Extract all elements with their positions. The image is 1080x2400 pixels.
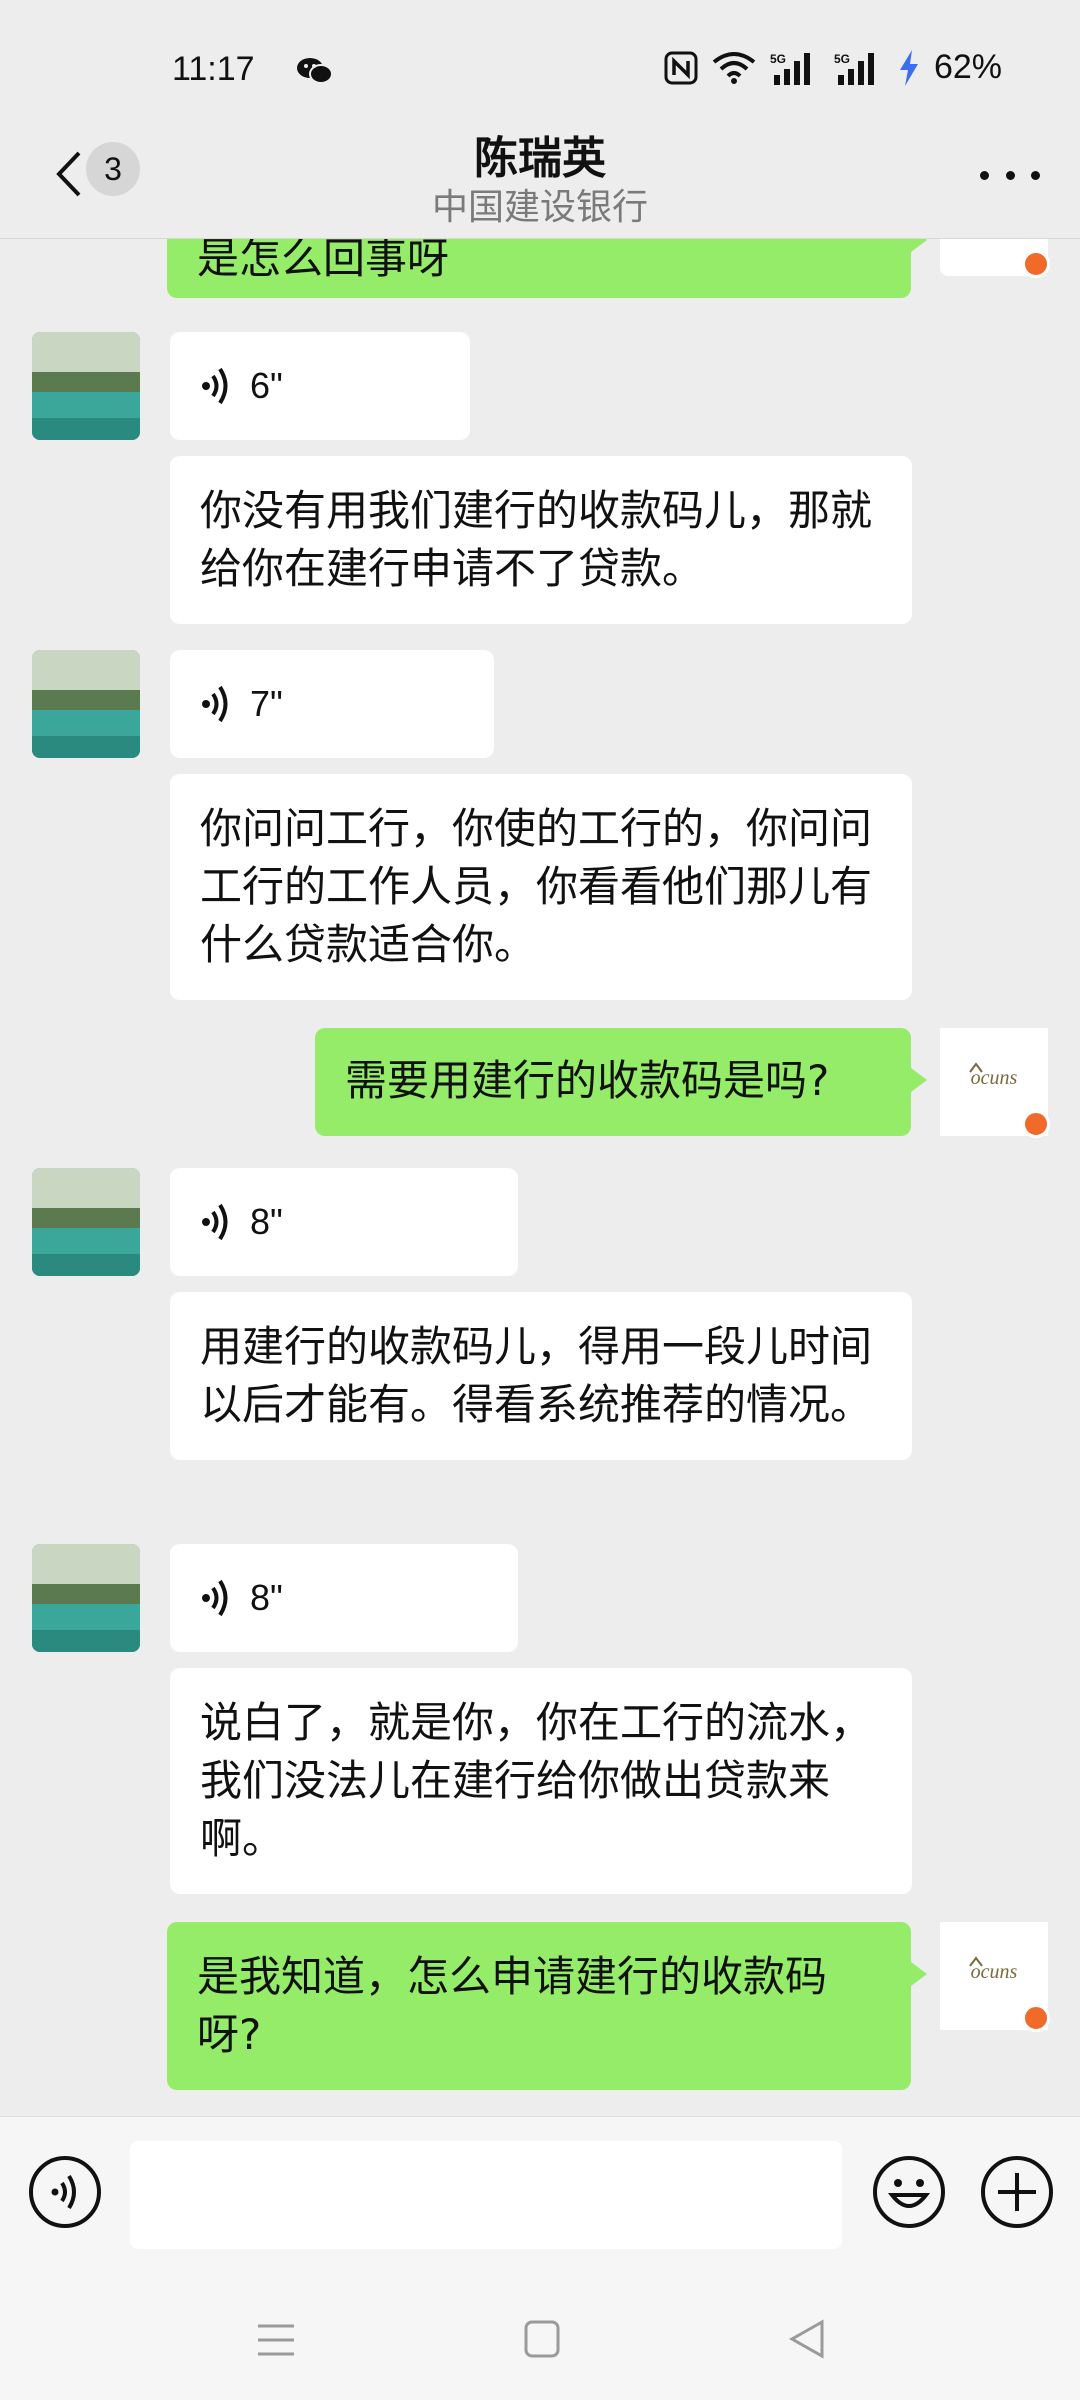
message-text: 用建行的收款码儿，得用一段儿时间以后才能有。得看系统推荐的情况。 <box>200 1322 873 1429</box>
contact-avatar[interactable] <box>32 650 140 758</box>
charging-icon <box>899 49 918 86</box>
menu-icon[interactable] <box>256 2322 296 2358</box>
contact-avatar[interactable] <box>32 1544 140 1652</box>
voice-duration: 7" <box>250 683 283 724</box>
contact-avatar[interactable] <box>32 1168 140 1276</box>
voice-input-icon[interactable] <box>28 2155 102 2229</box>
voice-message[interactable]: 8" <box>170 1168 518 1276</box>
message-text: 是我知道，怎么申请建行的收款码呀? <box>197 1952 828 2059</box>
more-options-button[interactable] <box>980 150 1040 200</box>
my-avatar[interactable]: ocuns <box>940 1028 1050 1138</box>
logo-text: ocuns <box>971 1067 1018 1089</box>
badge-icon <box>1022 250 1050 278</box>
back-triangle-icon[interactable] <box>788 2318 826 2360</box>
status-icons: 5G 5G 62% <box>664 48 1002 87</box>
landscape-avatar-image <box>32 332 140 440</box>
message-bubble-outgoing[interactable]: 是我知道，怎么申请建行的收款码呀? <box>167 1922 927 2090</box>
landscape-avatar-image <box>32 650 140 758</box>
battery-percent: 62% <box>933 48 1002 86</box>
system-nav-bar <box>0 2276 1080 2400</box>
more-dot-icon <box>980 170 989 180</box>
status-time: 11:17 <box>172 50 255 88</box>
emoji-icon[interactable] <box>872 2155 946 2229</box>
voice-duration: 6" <box>250 365 283 406</box>
voice-play-icon <box>202 1203 228 1241</box>
contact-name: 陈瑞英 <box>474 133 606 184</box>
more-dot-icon <box>1005 170 1015 180</box>
message-bubble-incoming[interactable]: 说白了，就是你，你在工行的流水，我们没法儿在建行给你做出贷款来啊。 <box>170 1668 912 1894</box>
message-input[interactable] <box>130 2141 842 2249</box>
status-bar: 11:17 5G 5G 62% <box>0 0 1080 130</box>
badge-icon <box>1022 1110 1050 1138</box>
chat-header: 3 陈瑞英 中国建设银行 <box>0 120 1080 239</box>
voice-play-icon <box>202 1579 228 1617</box>
message-bubble-incoming[interactable]: 你问问工行，你使的工行的，你问问工行的工作人员，你看看他们那儿有什么贷款适合你。 <box>170 774 912 1000</box>
message-text: 是怎么回事呀 <box>197 238 450 283</box>
contact-subtitle: 中国建设银行 <box>431 187 648 228</box>
voice-duration: 8" <box>250 1577 283 1618</box>
more-dot-icon <box>1031 170 1040 180</box>
voice-message[interactable]: 8" <box>170 1544 518 1652</box>
signal-5g-icon: 5G <box>770 52 810 85</box>
landscape-avatar-image <box>32 1544 140 1652</box>
landscape-avatar-image <box>32 1168 140 1276</box>
svg-text:5G: 5G <box>770 52 786 66</box>
message-list[interactable]: 是怎么回事呀 6" 你没有用我们建行的收款码儿，那就给你在建行申请不了贷款。 7… <box>0 238 1080 2118</box>
nfc-icon <box>664 51 698 84</box>
my-avatar[interactable]: ocuns <box>940 1922 1050 2032</box>
voice-play-icon <box>202 367 228 405</box>
logo-text: ocuns <box>971 1961 1018 1983</box>
message-text: 需要用建行的收款码是吗? <box>345 1056 830 1105</box>
wifi-icon <box>712 51 756 84</box>
message-text: 说白了，就是你，你在工行的流水，我们没法儿在建行给你做出贷款来啊。 <box>200 1698 873 1863</box>
contact-avatar[interactable] <box>32 332 140 440</box>
message-text: 你问问工行，你使的工行的，你问问工行的工作人员，你看看他们那儿有什么贷款适合你。 <box>200 804 873 969</box>
message-text: 你没有用我们建行的收款码儿，那就给你在建行申请不了贷款。 <box>200 486 873 593</box>
input-bar <box>0 2116 1080 2277</box>
voice-message[interactable]: 6" <box>170 332 470 440</box>
home-icon[interactable] <box>524 2320 560 2358</box>
voice-message[interactable]: 7" <box>170 650 494 758</box>
svg-text:5G: 5G <box>834 52 850 66</box>
voice-play-icon <box>202 685 228 723</box>
message-bubble-incoming[interactable]: 你没有用我们建行的收款码儿，那就给你在建行申请不了贷款。 <box>170 456 912 624</box>
badge-icon <box>1022 2004 1050 2032</box>
wechat-notification-icon <box>297 58 333 84</box>
voice-duration: 8" <box>250 1201 283 1242</box>
plus-icon[interactable] <box>980 2155 1054 2229</box>
message-bubble-outgoing[interactable]: 是怎么回事呀 <box>167 238 927 298</box>
message-bubble-incoming[interactable]: 用建行的收款码儿，得用一段儿时间以后才能有。得看系统推荐的情况。 <box>170 1292 912 1460</box>
message-bubble-outgoing[interactable]: 需要用建行的收款码是吗? <box>315 1028 927 1136</box>
my-avatar[interactable] <box>940 238 1050 278</box>
signal-5g-icon-2: 5G <box>834 52 874 85</box>
